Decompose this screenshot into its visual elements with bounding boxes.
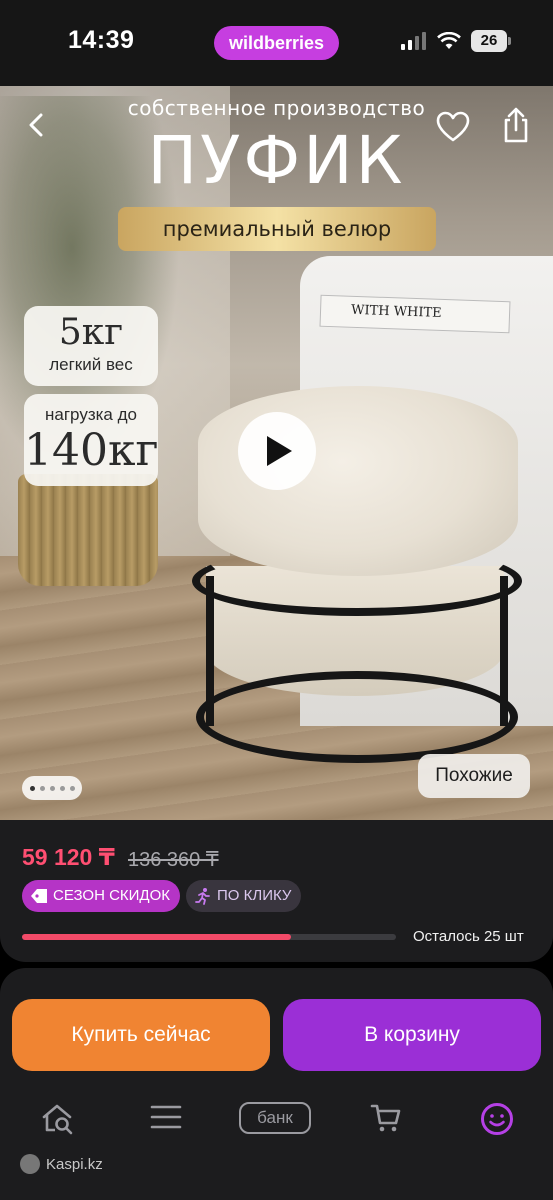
load-value: 140кг xyxy=(24,425,159,476)
stock-progress-bar xyxy=(22,934,396,940)
product-image-gallery[interactable]: WITH WHITE собственное производство ПУФИ… xyxy=(0,86,553,820)
weight-label: легкий вес xyxy=(49,355,133,374)
weight-value: 5кг xyxy=(58,312,124,353)
share-icon[interactable] xyxy=(498,106,534,144)
current-price: 59 120 ₸ xyxy=(22,844,115,870)
gallery-dot xyxy=(69,785,75,791)
stock-remaining: Осталось 25 шт xyxy=(413,928,524,945)
book-title: WITH WHITE xyxy=(350,302,442,321)
watermark-text: Kaspi.kz xyxy=(46,1155,103,1173)
price-panel: 59 120 ₸ 136 360 ₸ СЕЗОН СКИДОК ПО КЛИКУ… xyxy=(0,820,553,962)
catalog-icon[interactable] xyxy=(150,1102,182,1132)
stock-progress-fill xyxy=(22,934,292,940)
weight-card: 5кг легкий вес xyxy=(24,306,158,386)
hero-subtitle: собственное производство xyxy=(127,96,426,120)
signal-icon xyxy=(401,32,426,50)
load-label: нагрузка до xyxy=(45,405,137,424)
gallery-dot xyxy=(59,785,65,791)
profile-icon[interactable] xyxy=(480,1102,514,1136)
battery-icon: 26 xyxy=(471,30,511,52)
kaspi-logo-icon xyxy=(20,1154,40,1174)
material-badge: премиальный велюр xyxy=(118,207,436,251)
sale-badge-label: СЕЗОН СКИДОК xyxy=(53,887,170,904)
bottom-tabbar: банк xyxy=(0,1098,553,1148)
wifi-icon xyxy=(437,32,461,49)
app-pill[interactable]: wildberries xyxy=(214,26,339,60)
gallery-dot xyxy=(49,785,55,791)
gallery-dot xyxy=(39,785,45,791)
hero-title: ПУФИК xyxy=(147,122,406,199)
home-search-icon[interactable] xyxy=(40,1102,74,1136)
bank-tab[interactable]: банк xyxy=(239,1102,311,1134)
heart-icon[interactable] xyxy=(436,110,470,144)
gallery-pagination[interactable] xyxy=(22,776,82,800)
wicker-basket xyxy=(18,474,158,586)
status-icons: 26 xyxy=(401,30,511,52)
tag-icon xyxy=(31,889,47,903)
book: WITH WHITE xyxy=(319,294,511,334)
play-icon xyxy=(267,436,292,466)
sale-season-badge[interactable]: СЕЗОН СКИДОК xyxy=(22,880,180,912)
gallery-dot xyxy=(29,785,35,791)
click-badge-label: ПО КЛИКУ xyxy=(217,887,292,904)
status-time: 14:39 xyxy=(68,26,135,54)
add-to-cart-button[interactable]: В корзину xyxy=(283,999,541,1071)
kaspi-watermark: Kaspi.kz xyxy=(20,1154,103,1174)
pouf-base-ring xyxy=(196,671,518,763)
play-video-button[interactable] xyxy=(238,412,316,490)
running-person-icon xyxy=(195,888,210,905)
old-price: 136 360 ₸ xyxy=(128,849,219,871)
back-arrow-icon[interactable] xyxy=(22,110,52,140)
load-card: нагрузка до 140кг xyxy=(24,394,159,486)
by-click-badge[interactable]: ПО КЛИКУ xyxy=(186,880,302,912)
similar-button[interactable]: Похожие xyxy=(418,754,530,798)
cart-icon[interactable] xyxy=(370,1102,402,1134)
status-bar: 14:39 wildberries 26 xyxy=(0,0,553,86)
bottom-panel: Купить сейчас В корзину банк Kaspi.kz xyxy=(0,968,553,1200)
pouf-top-ring xyxy=(192,546,522,616)
buy-now-button[interactable]: Купить сейчас xyxy=(12,999,270,1071)
